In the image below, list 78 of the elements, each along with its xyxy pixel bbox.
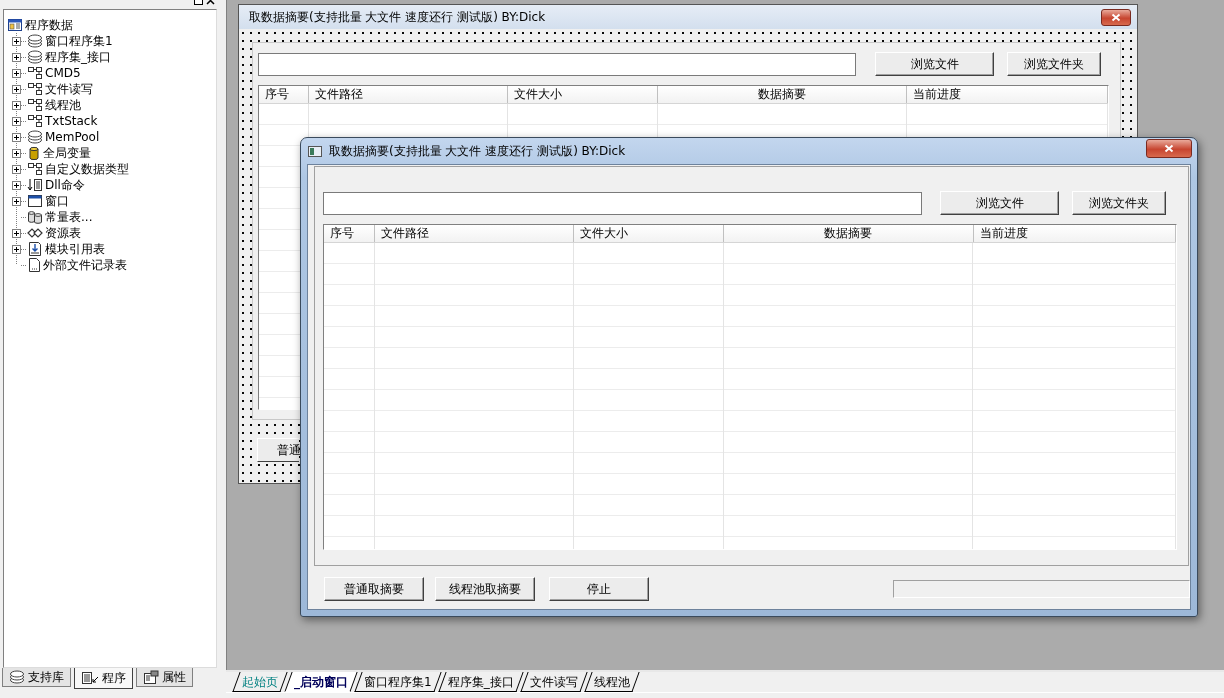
expand-icon[interactable] bbox=[12, 164, 21, 174]
stack-icon bbox=[27, 50, 43, 64]
tree-item[interactable]: 外部文件记录表 bbox=[41, 257, 129, 273]
tree-item[interactable]: Dll命令 bbox=[43, 177, 87, 193]
tree-item[interactable]: 模块引用表 bbox=[43, 241, 107, 257]
expand-icon[interactable] bbox=[12, 84, 21, 94]
column-header[interactable]: 数据摘要 bbox=[658, 86, 908, 103]
list-icon bbox=[27, 178, 43, 192]
tree-item[interactable]: 资源表 bbox=[43, 225, 83, 241]
hierarchy-icon bbox=[27, 114, 43, 128]
close-button[interactable] bbox=[1101, 8, 1131, 26]
close-icon bbox=[1164, 144, 1174, 153]
column-header[interactable]: 数据摘要 bbox=[724, 225, 974, 242]
panel-tab[interactable]: 属性 bbox=[136, 668, 193, 687]
stack-icon bbox=[9, 670, 25, 684]
properties-icon bbox=[143, 670, 159, 684]
code-icon bbox=[81, 671, 99, 685]
app-icon bbox=[307, 144, 323, 158]
window-icon bbox=[27, 194, 43, 208]
column-header[interactable]: 文件大小 bbox=[574, 225, 725, 242]
database-icon bbox=[27, 210, 43, 224]
links-icon bbox=[27, 226, 43, 240]
expand-icon[interactable] bbox=[12, 116, 21, 126]
action-button[interactable]: 普通取摘要 bbox=[324, 577, 424, 601]
tree-item[interactable]: 窗口 bbox=[43, 193, 71, 209]
import-icon bbox=[27, 241, 43, 257]
expand-icon[interactable] bbox=[12, 36, 21, 46]
expand-icon[interactable] bbox=[12, 148, 21, 158]
browse-button[interactable]: 浏览文件 bbox=[940, 191, 1059, 215]
tree-item[interactable]: 自定义数据类型 bbox=[43, 161, 131, 177]
data-icon bbox=[7, 17, 23, 33]
column-header[interactable]: 当前进度 bbox=[973, 225, 1176, 242]
column-header[interactable]: 序号 bbox=[324, 225, 375, 242]
tree-item[interactable]: 全局变量 bbox=[41, 145, 93, 161]
expand-icon[interactable] bbox=[12, 180, 21, 190]
tree-item[interactable]: 常量表... bbox=[43, 209, 95, 225]
tree-item[interactable]: 程序数据 bbox=[23, 17, 75, 33]
column-header[interactable]: 当前进度 bbox=[907, 86, 1108, 103]
window-title: 取数据摘要(支持批量 大文件 速度还行 测试版) BY:Dick bbox=[248, 8, 547, 26]
stack-icon bbox=[27, 130, 43, 144]
tree-item[interactable]: 窗口程序集1 bbox=[43, 33, 115, 49]
column-header[interactable]: 文件路径 bbox=[374, 225, 575, 242]
tree-item[interactable]: CMD5 bbox=[43, 65, 83, 81]
hierarchy-icon bbox=[27, 162, 43, 176]
tree-item[interactable]: 程序集_接口 bbox=[43, 49, 113, 65]
hierarchy-icon bbox=[27, 66, 43, 80]
browse-button[interactable]: 浏览文件夹 bbox=[1007, 52, 1101, 76]
expand-icon[interactable] bbox=[12, 68, 21, 78]
expand-icon[interactable] bbox=[12, 100, 21, 110]
tree-item[interactable]: TxtStack bbox=[43, 113, 100, 129]
column-header[interactable]: 文件大小 bbox=[508, 86, 659, 103]
file-icon bbox=[27, 257, 41, 273]
tree-item[interactable]: MemPool bbox=[43, 129, 102, 145]
expand-icon[interactable] bbox=[12, 244, 21, 254]
stack-icon bbox=[27, 34, 43, 48]
tree-item[interactable]: 文件读写 bbox=[43, 81, 95, 97]
expand-icon[interactable] bbox=[12, 196, 21, 206]
expand-icon[interactable] bbox=[12, 52, 21, 62]
panel-tab[interactable]: 程序 bbox=[74, 668, 133, 689]
expand-icon[interactable] bbox=[12, 228, 21, 238]
action-button[interactable]: 线程池取摘要 bbox=[435, 577, 535, 601]
expand-icon[interactable] bbox=[12, 132, 21, 142]
hierarchy-icon bbox=[27, 82, 43, 96]
column-header[interactable]: 序号 bbox=[259, 86, 309, 103]
close-icon bbox=[1111, 12, 1121, 22]
action-button[interactable]: 普通 bbox=[257, 438, 299, 462]
column-header[interactable]: 文件路径 bbox=[308, 86, 509, 103]
browse-button[interactable]: 浏览文件夹 bbox=[1072, 191, 1166, 215]
window-title: 取数据摘要(支持批量 大文件 速度还行 测试版) BY:Dick bbox=[328, 142, 627, 160]
tree-item[interactable]: 线程池 bbox=[43, 97, 83, 113]
cylinder-icon bbox=[27, 146, 41, 160]
browse-button[interactable]: 浏览文件 bbox=[875, 52, 994, 76]
path-field[interactable] bbox=[323, 191, 922, 215]
panel-tab[interactable]: 支持库 bbox=[2, 668, 71, 687]
path-field[interactable] bbox=[258, 52, 856, 76]
action-button[interactable]: 停止 bbox=[549, 577, 649, 601]
close-button[interactable] bbox=[1146, 139, 1192, 158]
hierarchy-icon bbox=[27, 98, 43, 112]
